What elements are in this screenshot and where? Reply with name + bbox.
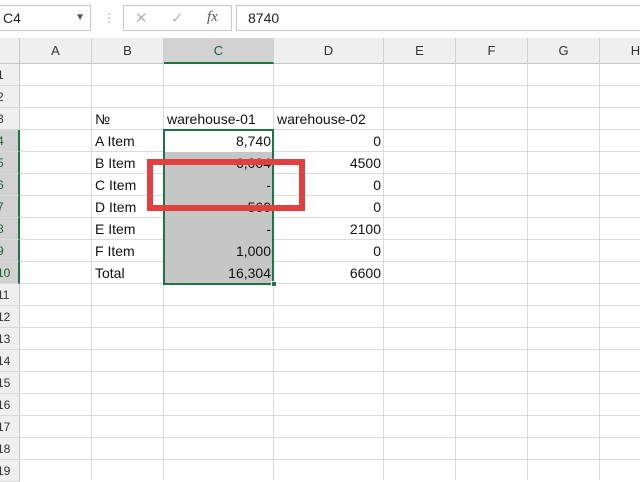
- row-header-7[interactable]: 7: [0, 196, 20, 218]
- column-header-d[interactable]: D: [274, 38, 384, 64]
- column-header-a[interactable]: A: [20, 38, 92, 64]
- annotation-highlight-box: [147, 159, 305, 211]
- row-header-10[interactable]: 10: [0, 262, 20, 284]
- column-header-c[interactable]: C: [164, 38, 274, 64]
- row-header-6[interactable]: 6: [0, 174, 20, 196]
- row-header-9[interactable]: 9: [0, 240, 20, 262]
- row-header-14[interactable]: 14: [0, 350, 20, 372]
- formula-value: 8740: [248, 10, 280, 26]
- row-header-5[interactable]: 5: [0, 152, 20, 174]
- cell-b10[interactable]: Total: [92, 262, 164, 284]
- cell-d4[interactable]: 0: [274, 130, 384, 152]
- row-header-11[interactable]: 11: [0, 284, 20, 306]
- cell-d9[interactable]: 0: [274, 240, 384, 262]
- cell-b4[interactable]: A Item: [92, 130, 164, 152]
- row-header-15[interactable]: 15: [0, 372, 20, 394]
- more-options-icon[interactable]: ⋮: [103, 10, 115, 26]
- cell-b3[interactable]: №: [92, 108, 164, 130]
- name-box-value: C4: [3, 10, 21, 26]
- formula-bar: C4 ▼ ⋮ ✕ ✓ fx 8740: [0, 0, 640, 38]
- fill-handle[interactable]: [271, 281, 277, 287]
- row-header-1[interactable]: 1: [0, 64, 20, 86]
- row-header-8[interactable]: 8: [0, 218, 20, 240]
- formula-input[interactable]: 8740: [236, 5, 640, 31]
- row-header-18[interactable]: 18: [0, 438, 20, 460]
- column-header-f[interactable]: F: [456, 38, 528, 64]
- cell-b8[interactable]: E Item: [92, 218, 164, 240]
- name-box[interactable]: C4 ▼: [0, 5, 91, 31]
- column-header-g[interactable]: G: [528, 38, 600, 64]
- cell-b9[interactable]: F Item: [92, 240, 164, 262]
- insert-function-icon[interactable]: fx: [207, 9, 218, 26]
- cell-d10[interactable]: 6600: [274, 262, 384, 284]
- column-header-b[interactable]: B: [92, 38, 164, 64]
- row-header-3[interactable]: 3: [0, 108, 20, 130]
- enter-icon[interactable]: ✓: [171, 9, 184, 27]
- select-all-corner[interactable]: [0, 38, 20, 64]
- row-header-12[interactable]: 12: [0, 306, 20, 328]
- row-header-4[interactable]: 4: [0, 130, 20, 152]
- row-header-17[interactable]: 17: [0, 416, 20, 438]
- cell-d3[interactable]: warehouse-02: [274, 108, 384, 130]
- row-header-16[interactable]: 16: [0, 394, 20, 416]
- cancel-icon[interactable]: ✕: [135, 9, 148, 27]
- column-header-e[interactable]: E: [384, 38, 456, 64]
- cell-d8[interactable]: 2100: [274, 218, 384, 240]
- row-header-19[interactable]: 19: [0, 460, 20, 482]
- column-header-h[interactable]: H: [600, 38, 640, 64]
- chevron-down-icon[interactable]: ▼: [75, 12, 85, 23]
- formula-buttons: ✕ ✓ fx: [123, 5, 232, 31]
- row-header-13[interactable]: 13: [0, 328, 20, 350]
- cell-c3[interactable]: warehouse-01: [164, 108, 274, 130]
- row-header-2[interactable]: 2: [0, 86, 20, 108]
